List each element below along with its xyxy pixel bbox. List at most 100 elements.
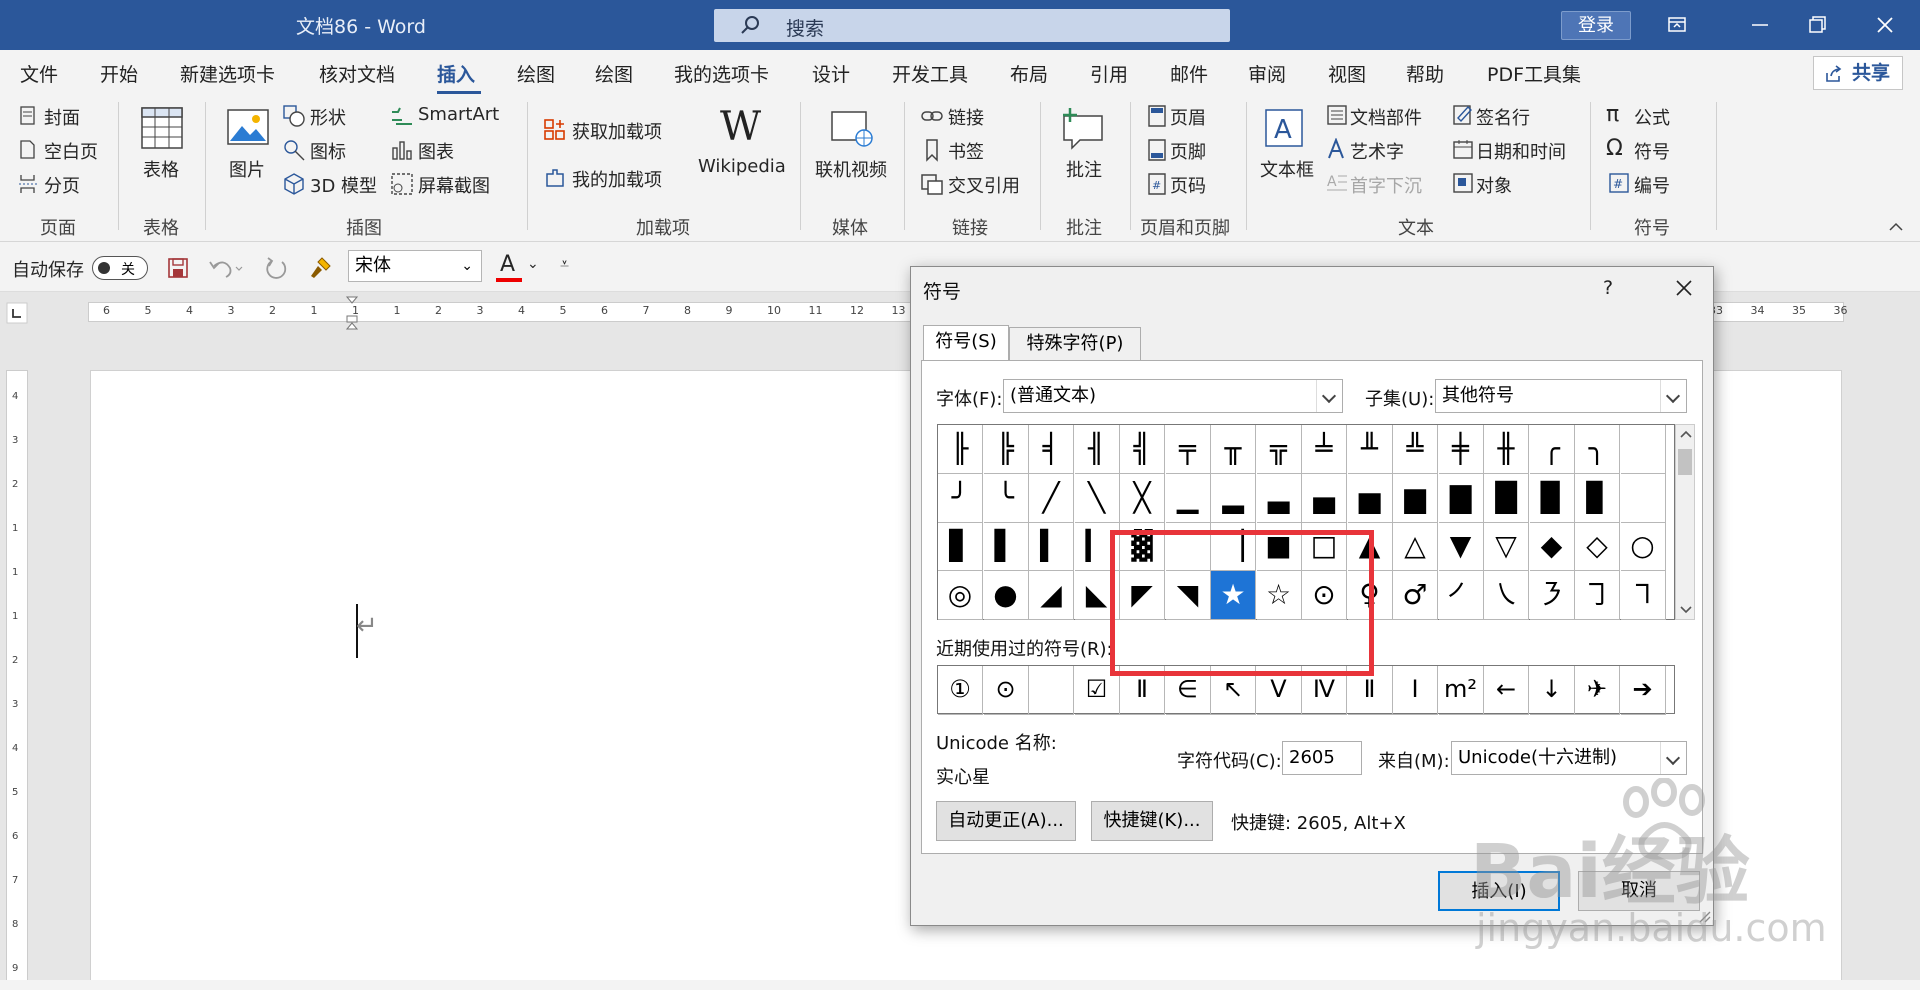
cover-page-button[interactable]: 封面 — [44, 104, 80, 130]
tab-file[interactable]: 文件 — [20, 60, 58, 87]
font-name-combo[interactable]: 宋体 ⌄ — [348, 250, 482, 282]
scroll-thumb[interactable] — [1678, 449, 1692, 475]
indent-marker-icon[interactable] — [345, 296, 359, 330]
symbol-cell[interactable]: ╦ — [1256, 425, 1302, 474]
close-icon[interactable] — [1671, 275, 1697, 301]
my-addins-button[interactable]: 我的加载项 — [572, 166, 662, 192]
symbol-button[interactable]: 符号 — [1634, 138, 1670, 164]
symbol-cell[interactable]: ▄ — [1302, 473, 1347, 523]
symbol-cell[interactable]: ◢ — [1029, 570, 1074, 620]
recent-symbol-cell[interactable] — [1029, 666, 1074, 715]
shortcut-key-button[interactable]: 快捷键(K)... — [1091, 801, 1213, 841]
symbol-cell[interactable]: ▽ — [1484, 522, 1529, 571]
recent-symbol-cell[interactable]: ✈ — [1575, 666, 1620, 715]
symbol-cell[interactable] — [1620, 425, 1666, 474]
subset-select[interactable]: 其他符号 — [1435, 379, 1687, 413]
tab-draw-1[interactable]: 绘图 — [517, 60, 555, 87]
symbol-cell[interactable]: ㇒ — [1438, 570, 1484, 620]
object-button[interactable]: 对象 — [1476, 172, 1512, 198]
date-time-button[interactable]: 日期和时间 — [1476, 138, 1566, 164]
chart-button[interactable]: 图表 — [418, 138, 454, 164]
textbox-button[interactable]: 文本框 — [1260, 156, 1314, 182]
page-number-button[interactable]: 页码 — [1170, 172, 1206, 198]
symbol-cell[interactable]: ╨ — [1347, 425, 1393, 474]
font-color-dropdown-icon[interactable]: ⌄ — [527, 256, 539, 272]
tab-design[interactable]: 设计 — [812, 60, 850, 87]
recent-symbol-cell[interactable]: m² — [1438, 666, 1484, 715]
symbol-cell[interactable]: ╪ — [1438, 425, 1484, 474]
vertical-ruler[interactable]: 4 3 2 1 1 1 2 3 4 5 6 7 8 9 — [6, 370, 28, 990]
save-icon[interactable] — [166, 256, 190, 280]
symbol-cell[interactable]: ▊ — [1575, 473, 1620, 523]
table-button[interactable]: 表格 — [143, 156, 179, 182]
symbol-cell[interactable]: ▌ — [983, 522, 1029, 571]
symbol-cell[interactable]: ╳ — [1120, 473, 1165, 523]
symbol-cell[interactable]: ▋ — [938, 522, 983, 571]
scroll-down-icon[interactable] — [1679, 605, 1693, 615]
footer-button[interactable]: 页脚 — [1170, 138, 1206, 164]
equation-button[interactable]: 公式 — [1634, 104, 1670, 130]
symbol-cell[interactable]: ╮ — [1575, 425, 1620, 474]
tab-view[interactable]: 视图 — [1328, 60, 1366, 87]
undo-icon[interactable] — [208, 256, 244, 280]
symbol-cell[interactable]: ㇕ — [1620, 570, 1666, 620]
symbol-cell[interactable]: ㇆ — [1575, 570, 1620, 620]
quick-parts-button[interactable]: 文档部件 — [1350, 104, 1422, 130]
symbol-cell[interactable]: ╟ — [938, 425, 983, 474]
symbol-cell[interactable]: ╯ — [938, 473, 983, 523]
symbol-cell[interactable]: ▼ — [1438, 522, 1484, 571]
screenshot-button[interactable]: 屏幕截图 — [418, 172, 490, 198]
tab-new[interactable]: 新建选项卡 — [180, 60, 275, 87]
minimize-icon[interactable] — [1745, 10, 1775, 40]
link-button[interactable]: 链接 — [948, 104, 984, 130]
symbol-cell[interactable]: △ — [1393, 522, 1438, 571]
autocorrect-button[interactable]: 自动更正(A)... — [936, 801, 1076, 841]
ribbon-display-icon[interactable] — [1662, 10, 1692, 40]
symbol-cell[interactable]: ㇋ — [1529, 570, 1575, 620]
symbol-cell[interactable]: ▇ — [1438, 473, 1484, 523]
tab-insert[interactable]: 插入 — [437, 60, 475, 87]
recent-symbol-cell[interactable]: ➔ — [1620, 666, 1666, 715]
symbol-cell[interactable]: ㇏ — [1484, 570, 1529, 620]
collapse-ribbon-icon[interactable] — [1888, 220, 1904, 232]
recent-symbol-cell[interactable]: ↓ — [1529, 666, 1575, 715]
symbol-cell[interactable]: ╡ — [1029, 425, 1074, 474]
share-button[interactable]: 共享 — [1813, 56, 1903, 90]
symbol-cell[interactable]: ╱ — [1029, 473, 1074, 523]
smartart-button[interactable]: SmartArt — [418, 104, 499, 125]
numbering-button[interactable]: 编号 — [1634, 172, 1670, 198]
tab-draw-2[interactable]: 绘图 — [595, 60, 633, 87]
autosave-toggle[interactable]: 关 — [92, 256, 148, 280]
help-icon[interactable]: ? — [1603, 277, 1613, 299]
bookmark-button[interactable]: 书签 — [948, 138, 984, 164]
symbol-cell[interactable]: ▂ — [1211, 473, 1256, 523]
page-break-button[interactable]: 分页 — [44, 172, 80, 198]
signature-line-button[interactable]: 签名行 — [1476, 104, 1530, 130]
search-box[interactable]: 搜索 — [714, 9, 1230, 42]
symbol-cell[interactable]: ╩ — [1393, 425, 1438, 474]
symbol-cell[interactable]: ╠ — [983, 425, 1029, 474]
symbol-cell[interactable]: ▉ — [1529, 473, 1575, 523]
recent-symbol-cell[interactable]: ⊙ — [983, 666, 1029, 715]
tab-help[interactable]: 帮助 — [1406, 60, 1444, 87]
symbol-cell[interactable]: ▅ — [1347, 473, 1393, 523]
symbol-cell[interactable]: ◇ — [1575, 522, 1620, 571]
symbol-cell[interactable]: ◆ — [1529, 522, 1575, 571]
symbol-cell[interactable]: ▁ — [1165, 473, 1211, 523]
tab-mailings[interactable]: 邮件 — [1170, 60, 1208, 87]
symbol-cell[interactable]: ● — [983, 570, 1029, 620]
online-video-button[interactable]: 联机视频 — [815, 156, 887, 182]
symbol-cell[interactable]: ▍ — [1029, 522, 1074, 571]
get-addins-button[interactable]: 获取加载项 — [572, 118, 662, 144]
symbol-cell[interactable]: ♂ — [1393, 570, 1438, 620]
tab-developer[interactable]: 开发工具 — [892, 60, 968, 87]
recent-symbol-cell[interactable]: ① — [938, 666, 983, 715]
cross-reference-button[interactable]: 交叉引用 — [948, 172, 1020, 198]
symbol-cell[interactable]: ╲ — [1074, 473, 1120, 523]
symbol-cell[interactable]: ╥ — [1211, 425, 1256, 474]
symbol-cell[interactable]: ○ — [1620, 522, 1666, 571]
redo-icon[interactable] — [264, 256, 290, 280]
close-window-icon[interactable] — [1870, 10, 1900, 40]
tab-home[interactable]: 开始 — [100, 60, 138, 87]
blank-page-button[interactable]: 空白页 — [44, 138, 98, 164]
